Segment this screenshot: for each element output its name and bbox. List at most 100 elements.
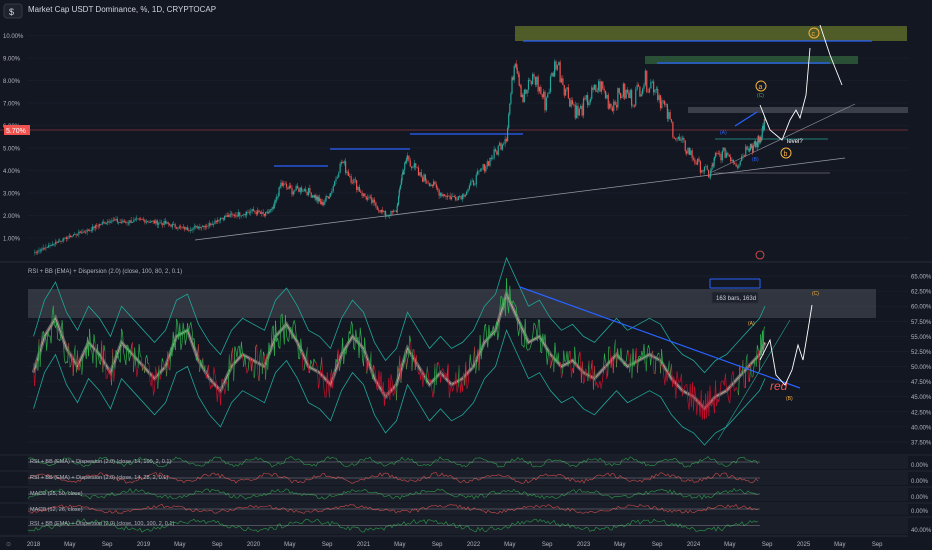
price-candle xyxy=(346,171,348,173)
price-candle xyxy=(267,211,269,214)
price-candle xyxy=(268,212,270,214)
price-candle xyxy=(295,185,297,191)
price-candle xyxy=(488,161,490,166)
price-candle xyxy=(505,138,508,142)
zone-olive[interactable] xyxy=(515,26,907,41)
price-candle xyxy=(45,247,47,249)
price-candle xyxy=(324,200,326,203)
price-candle xyxy=(588,102,590,106)
price-candle xyxy=(655,88,657,91)
price-candle xyxy=(50,244,52,246)
price-candle xyxy=(461,194,464,200)
price-candle xyxy=(589,98,591,103)
price-candle xyxy=(224,215,226,220)
price-candle xyxy=(48,245,50,248)
price-candle xyxy=(72,235,74,236)
price-candle xyxy=(232,214,234,216)
price-candle xyxy=(713,158,715,166)
price-candle xyxy=(299,187,301,193)
price-candle xyxy=(236,215,238,217)
price-candle xyxy=(714,156,716,159)
price-candle xyxy=(349,175,351,177)
price-candle xyxy=(691,150,693,159)
price-candle xyxy=(738,164,740,168)
price-candle xyxy=(273,202,275,209)
price-candle xyxy=(261,212,263,214)
price-candle xyxy=(753,143,755,147)
price-candle xyxy=(500,143,502,150)
rsi-wave-C: (C) xyxy=(812,291,819,297)
current-price-tag: 5.70% xyxy=(4,125,30,135)
time-tick-label: May xyxy=(614,542,625,548)
price-candle xyxy=(111,220,113,223)
price-candle xyxy=(241,214,244,216)
time-tick-label: Sep xyxy=(652,542,663,548)
price-candle xyxy=(169,223,171,225)
price-candle xyxy=(89,229,91,231)
price-candle xyxy=(269,210,271,213)
price-candle xyxy=(104,222,106,224)
price-tick-label: 4.00% xyxy=(3,169,21,175)
price-candle xyxy=(254,210,256,213)
price-candle xyxy=(136,218,138,220)
price-candle xyxy=(76,234,79,236)
price-candle xyxy=(483,164,486,172)
price-candle xyxy=(373,199,376,203)
price-candle xyxy=(133,219,135,223)
price-tick-label: 5.00% xyxy=(3,147,21,153)
price-candle xyxy=(534,76,536,85)
price-candle xyxy=(752,146,754,153)
price-candle xyxy=(467,189,469,192)
price-candle xyxy=(613,101,615,111)
price-candle xyxy=(444,194,446,197)
price-candle xyxy=(680,139,682,141)
price-candle xyxy=(403,169,405,175)
price-candle xyxy=(736,166,739,168)
price-candle xyxy=(288,185,290,189)
price-candle xyxy=(101,222,103,225)
price-candle xyxy=(401,174,403,181)
price-candle xyxy=(271,207,273,209)
price-candle xyxy=(482,164,484,170)
price-candle xyxy=(208,223,211,226)
price-candle xyxy=(450,196,453,200)
price-tick-label: 8.00% xyxy=(3,79,21,85)
price-candle xyxy=(665,104,667,106)
price-candle xyxy=(41,249,43,251)
price-candle xyxy=(603,88,605,91)
zone-gray[interactable] xyxy=(688,107,908,113)
price-candle xyxy=(105,222,107,224)
price-candle xyxy=(362,193,365,196)
price-candle xyxy=(717,153,719,155)
time-tick-label: 2023 xyxy=(577,542,591,548)
price-candle xyxy=(629,90,631,99)
price-candle xyxy=(68,235,70,238)
price-candle xyxy=(549,76,552,93)
price-candle xyxy=(263,213,266,216)
price-candle xyxy=(577,105,579,116)
rsi-tick-label: 57.50% xyxy=(911,320,932,326)
price-tick-label: 7.00% xyxy=(3,102,21,108)
price-candle xyxy=(636,84,638,90)
price-candle xyxy=(142,219,145,221)
price-candle xyxy=(301,187,303,192)
price-candle xyxy=(296,185,299,189)
price-candle xyxy=(449,195,451,200)
price-candle xyxy=(647,91,649,93)
price-candle xyxy=(739,161,741,165)
price-candle xyxy=(422,177,424,182)
time-tick-label: 2025 xyxy=(797,542,811,548)
price-candle xyxy=(71,235,73,238)
price-candle xyxy=(428,183,431,186)
price-candle xyxy=(668,112,670,119)
price-candle xyxy=(266,211,268,213)
price-candle xyxy=(419,172,421,176)
chart-canvas[interactable]: $ Market Cap USDT Dominance, %, 1D, CRYP… xyxy=(0,0,932,550)
price-candle xyxy=(633,105,635,107)
price-candle xyxy=(96,225,98,227)
price-tick-label: 9.00% xyxy=(3,57,21,63)
price-candle xyxy=(310,192,312,198)
price-candle xyxy=(265,212,267,216)
price-candle xyxy=(252,209,255,211)
price-candle xyxy=(584,98,586,100)
